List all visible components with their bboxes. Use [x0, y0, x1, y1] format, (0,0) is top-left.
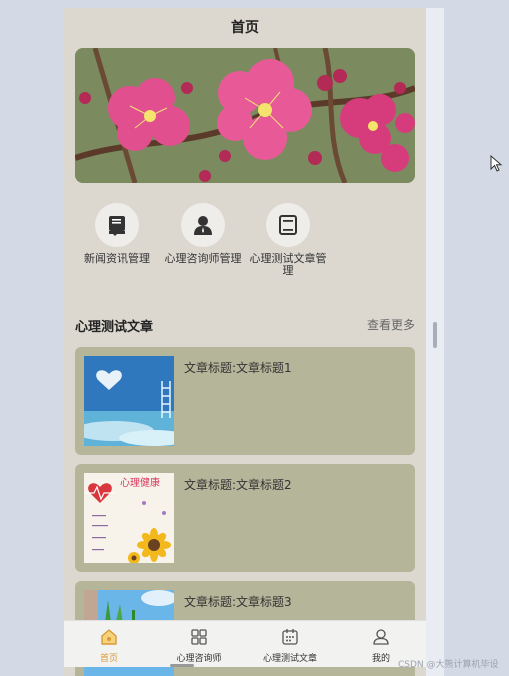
thumb-text: 心理健康	[120, 476, 160, 489]
article-title-1: 文章标题:文章标题1	[184, 361, 292, 375]
quick-link-news-label: 新闻资讯管理	[84, 252, 150, 265]
book-bookmark-icon	[109, 216, 125, 236]
scrollbar-thumb[interactable]	[433, 322, 437, 348]
home-icon	[101, 629, 117, 645]
notebook-icon	[279, 215, 297, 235]
quick-link-articles[interactable]: 心理测试文章管理	[246, 203, 330, 277]
bottom-tab-bar: 首页 心理咨询师 心理测试文章 我的	[64, 620, 426, 667]
tab-home-label: 首页	[99, 654, 118, 664]
grid-icon	[191, 629, 207, 645]
quick-link-news[interactable]: 新闻资讯管理	[75, 203, 159, 265]
tab-counselor[interactable]: 心理咨询师	[154, 621, 244, 667]
home-indicator	[170, 664, 194, 667]
quick-link-news-circle	[95, 203, 139, 247]
quick-link-counselor[interactable]: 心理咨询师管理	[161, 203, 245, 265]
article-thumb-2: 心理健康	[84, 473, 174, 563]
watermark: CSDN @大熊计算机毕设	[398, 660, 499, 670]
tab-counselor-label: 心理咨询师	[176, 654, 222, 664]
mouse-cursor-icon	[490, 155, 503, 172]
article-card-2[interactable]: 心理健康 文章标题:文章标题2	[75, 464, 415, 572]
quick-link-counselor-circle	[181, 203, 225, 247]
phone-screen: 首页 新闻资讯管理 心理咨询师管理 心理测试文章管理 心理测试文章 查看更多 文…	[64, 8, 426, 676]
tab-articles-label: 心理测试文章	[262, 654, 317, 664]
article-card-1[interactable]: 文章标题:文章标题1	[75, 347, 415, 455]
article-title-2: 文章标题:文章标题2	[184, 478, 292, 492]
tab-articles[interactable]: 心理测试文章	[245, 621, 335, 667]
section-title: 心理测试文章	[75, 320, 154, 335]
page-title: 首页	[231, 20, 259, 36]
tab-home[interactable]: 首页	[64, 621, 154, 667]
quick-link-articles-label: 心理测试文章管理	[249, 252, 327, 277]
banner-image	[75, 48, 415, 183]
view-more-link[interactable]: 查看更多	[367, 316, 415, 333]
article-title-3: 文章标题:文章标题3	[184, 595, 292, 609]
quick-link-counselor-label: 心理咨询师管理	[164, 252, 242, 265]
quick-link-articles-circle	[266, 203, 310, 247]
user-icon	[373, 629, 389, 645]
person-icon	[194, 216, 212, 235]
article-thumb-1	[84, 356, 174, 446]
calendar-icon	[282, 629, 298, 645]
banner-carousel[interactable]	[75, 48, 415, 183]
